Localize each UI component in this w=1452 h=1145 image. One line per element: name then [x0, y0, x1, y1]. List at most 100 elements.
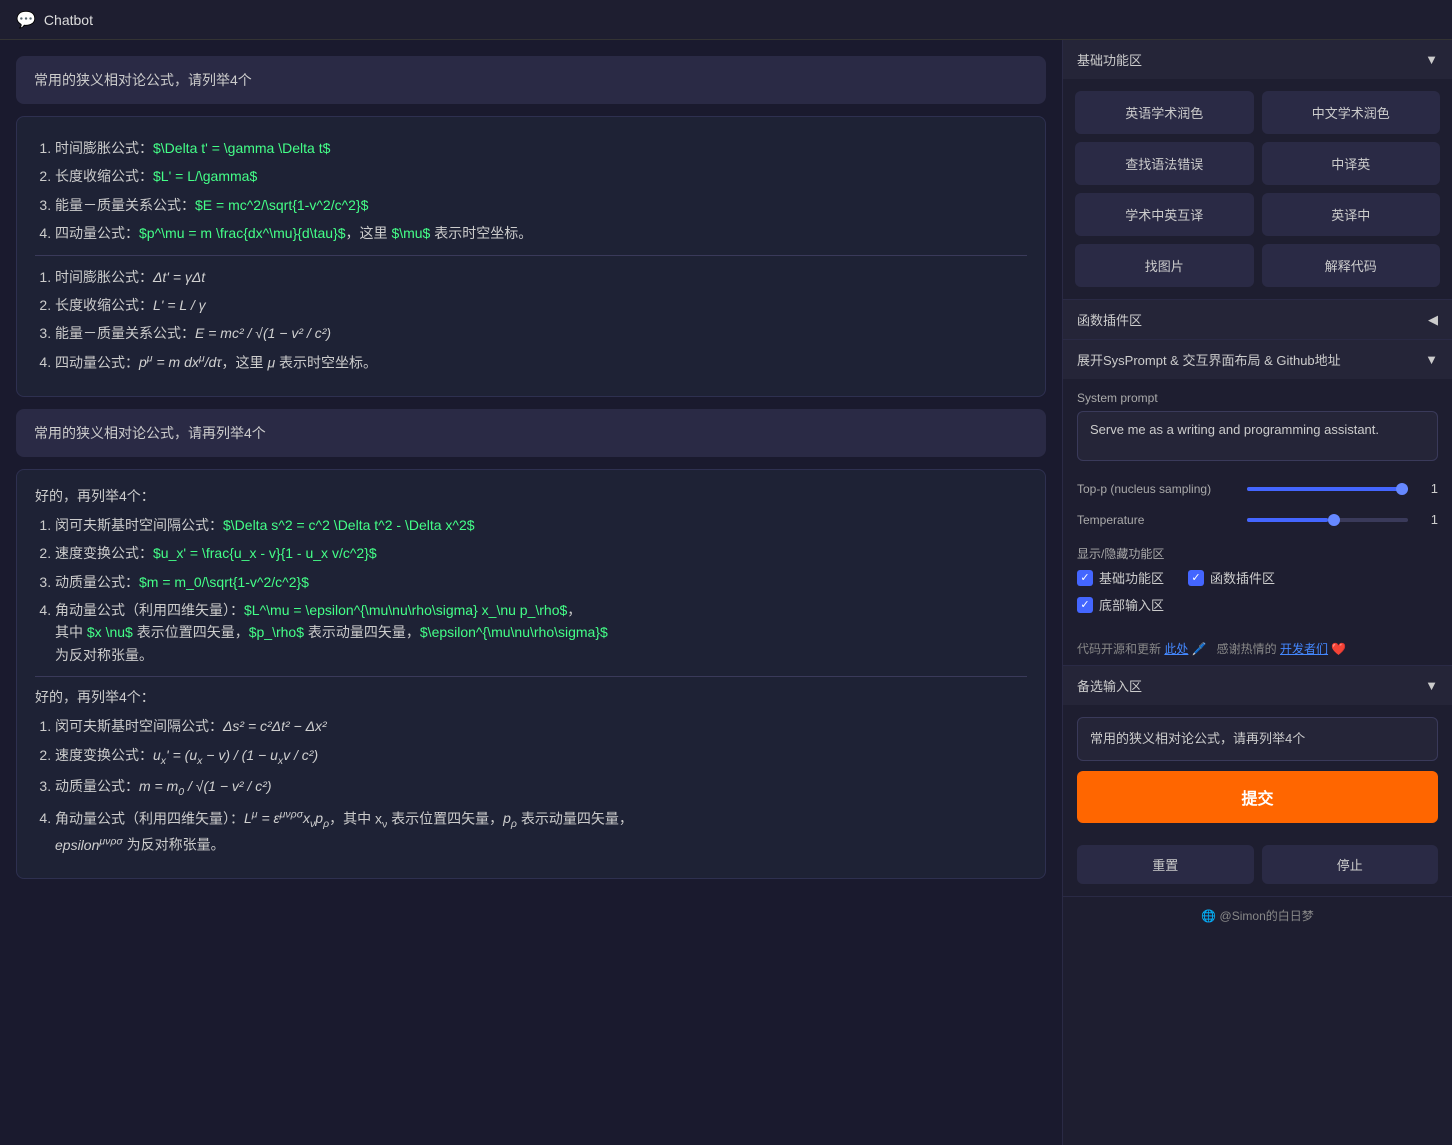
alt-input-section: 备选输入区 ▼ 常用的狭义相对论公式，请再列举4个 提交 重置 停止	[1063, 666, 1452, 897]
sysprompt-title: 展开SysPrompt & 交互界面布局 & Github地址	[1077, 350, 1341, 369]
formula-x-nu: $x \nu$	[87, 624, 133, 640]
top-p-fill	[1247, 487, 1408, 491]
basic-functions-section: 基础功能区 ▼ 英语学术润色 中文学术润色 查找语法错误 中译英 学术中英互译 …	[1063, 40, 1452, 300]
formula-item-2-2: 速度变换公式：$u_x' = \frac{u_x - v}{1 - u_x v/…	[55, 542, 1027, 564]
formula-latex-2-1: $\Delta s^2 = c^2 \Delta t^2 - \Delta x^…	[223, 517, 475, 533]
formula-rendered-list-2: 闵可夫斯基时空间隔公式：Δs² = c²Δt² − Δx² 速度变换公式：ux'…	[55, 715, 1027, 856]
thanks-text: 感谢热情的	[1217, 642, 1277, 656]
temperature-thumb[interactable]	[1328, 514, 1340, 526]
checkbox-bottom[interactable]: ✓	[1077, 597, 1093, 613]
checkboxes-area: 显示/隐藏功能区 ✓ 基础功能区 ✓ 函数插件区 ✓ 底部输入区	[1063, 535, 1452, 632]
temperature-row: Temperature 1	[1063, 504, 1452, 535]
branding-text: @Simon的白日梦	[1220, 909, 1314, 923]
checkbox-basic[interactable]: ✓	[1077, 570, 1093, 586]
formula-item-1-2: 长度收缩公式：$L' = L/\gamma$	[55, 165, 1027, 187]
btn-grammar-check[interactable]: 查找语法错误	[1075, 142, 1254, 185]
bottom-row: 重置 停止	[1063, 835, 1452, 896]
developers-link[interactable]: 开发者们	[1280, 642, 1328, 656]
branding-row: 🌐 @Simon的白日梦	[1063, 897, 1452, 934]
top-p-row: Top-p (nucleus sampling) 1	[1063, 473, 1452, 504]
function-buttons-grid: 英语学术润色 中文学术润色 查找语法错误 中译英 学术中英互译 英译中 找图片 …	[1063, 79, 1452, 299]
chat-area[interactable]: 常用的狭义相对论公式，请列举4个 时间膨胀公式：$\Delta t' = \ga…	[0, 40, 1062, 1145]
top-p-track[interactable]	[1247, 487, 1408, 491]
formula-p-rho: $p_\rho$	[249, 624, 304, 640]
submit-button[interactable]: 提交	[1077, 771, 1438, 823]
checkbox-plugin-label: 函数插件区	[1210, 568, 1275, 587]
formula-item-2-4: 角动量公式（利用四维矢量）：$L^\mu = \epsilon^{\mu\nu\…	[55, 599, 1027, 666]
source-link[interactable]: 此处	[1164, 642, 1188, 656]
system-prompt-area: System prompt Serve me as a writing and …	[1063, 379, 1452, 473]
rendered-2-2: 速度变换公式：ux' = (ux − v) / (1 − uxv / c²)	[55, 744, 1027, 770]
assistant-message-2: 好的，再列举4个： 闵可夫斯基时空间隔公式：$\Delta s^2 = c^2 …	[16, 469, 1046, 879]
formula-mu: $\mu$	[391, 225, 430, 241]
source-row: 代码开源和更新 此处 🖊️ 感谢热情的 开发者们 ❤️	[1063, 632, 1452, 665]
basic-functions-arrow: ▼	[1425, 52, 1438, 67]
formula-item-1-1: 时间膨胀公式：$\Delta t' = \gamma \Delta t$	[55, 137, 1027, 159]
sysprompt-header[interactable]: 展开SysPrompt & 交互界面布局 & Github地址 ▼	[1063, 340, 1452, 379]
btn-find-image[interactable]: 找图片	[1075, 244, 1254, 287]
app-header: 💬 Chatbot	[0, 0, 1452, 40]
user-message-1: 常用的狭义相对论公式，请列举4个	[16, 56, 1046, 104]
intro-text-2: 好的，再列举4个：	[35, 486, 1027, 506]
rendered-1-1: 时间膨胀公式：Δt' = γΔt	[55, 266, 1027, 288]
source-text: 代码开源和更新	[1077, 642, 1161, 656]
checkbox-bottom-item[interactable]: ✓ 底部输入区	[1077, 595, 1164, 614]
top-p-thumb[interactable]	[1396, 483, 1408, 495]
plugin-functions-header[interactable]: 函数插件区 ◀	[1063, 300, 1452, 339]
top-p-value: 1	[1418, 481, 1438, 496]
formula-rendered-list-1: 时间膨胀公式：Δt' = γΔt 长度收缩公式：L' = L / γ 能量－质量…	[55, 266, 1027, 374]
btn-english-polish[interactable]: 英语学术润色	[1075, 91, 1254, 134]
btn-zh-to-en[interactable]: 中译英	[1262, 142, 1441, 185]
btn-chinese-polish[interactable]: 中文学术润色	[1262, 91, 1441, 134]
system-prompt-value[interactable]: Serve me as a writing and programming as…	[1077, 411, 1438, 461]
temperature-value: 1	[1418, 512, 1438, 527]
formula-item-2-1: 闵可夫斯基时空间隔公式：$\Delta s^2 = c^2 \Delta t^2…	[55, 514, 1027, 536]
formula-latex-2: $L' = L/\gamma$	[153, 168, 257, 184]
divider-1	[35, 255, 1027, 256]
sidebar: 基础功能区 ▼ 英语学术润色 中文学术润色 查找语法错误 中译英 学术中英互译 …	[1062, 40, 1452, 1145]
alt-input-title: 备选输入区	[1077, 676, 1142, 695]
formula-list-2: 闵可夫斯基时空间隔公式：$\Delta s^2 = c^2 \Delta t^2…	[55, 514, 1027, 666]
checkbox-basic-item[interactable]: ✓ 基础功能区	[1077, 568, 1164, 587]
alt-input-box[interactable]: 常用的狭义相对论公式，请再列举4个	[1077, 717, 1438, 761]
formula-latex-2-2: $u_x' = \frac{u_x - v}{1 - u_x v/c^2}$	[153, 545, 377, 561]
temperature-fill	[1247, 518, 1328, 522]
basic-functions-title: 基础功能区	[1077, 50, 1142, 69]
weibo-icon: 🌐	[1201, 909, 1216, 923]
btn-academic-translate[interactable]: 学术中英互译	[1075, 193, 1254, 236]
checkbox-plugin[interactable]: ✓	[1188, 570, 1204, 586]
alt-input-header[interactable]: 备选输入区 ▼	[1063, 666, 1452, 705]
formula-item-1-3: 能量－质量关系公式：$E = mc^2/\sqrt{1-v^2/c^2}$	[55, 194, 1027, 216]
rendered-2-3: 动质量公式：m = m0 / √(1 − v² / c²)	[55, 775, 1027, 801]
temperature-label: Temperature	[1077, 513, 1237, 527]
formula-item-1-4: 四动量公式：$p^\mu = m \frac{dx^\mu}{d\tau}$，这…	[55, 222, 1027, 244]
assistant-message-1: 时间膨胀公式：$\Delta t' = \gamma \Delta t$ 长度收…	[16, 116, 1046, 397]
display-label: 显示/隐藏功能区	[1077, 545, 1438, 562]
checkbox-plugin-item[interactable]: ✓ 函数插件区	[1188, 568, 1275, 587]
plugin-functions-title: 函数插件区	[1077, 310, 1142, 329]
rendered-2-4: 角动量公式（利用四维矢量）：Lμ = εμνρσxνpρ，其中 xν 表示位置四…	[55, 807, 1027, 856]
basic-functions-header[interactable]: 基础功能区 ▼	[1063, 40, 1452, 79]
main-layout: 常用的狭义相对论公式，请列举4个 时间膨胀公式：$\Delta t' = \ga…	[0, 40, 1452, 1145]
btn-en-to-zh[interactable]: 英译中	[1262, 193, 1441, 236]
reset-button[interactable]: 重置	[1077, 845, 1254, 884]
plugin-functions-arrow: ◀	[1428, 312, 1438, 328]
sysprompt-arrow: ▼	[1425, 352, 1438, 367]
rendered-2-1: 闵可夫斯基时空间隔公式：Δs² = c²Δt² − Δx²	[55, 715, 1027, 737]
formula-latex-4: $p^\mu = m \frac{dx^\mu}{d\tau}$	[139, 225, 346, 241]
formula-epsilon: $\epsilon^{\mu\nu\rho\sigma}$	[420, 624, 608, 640]
temperature-track[interactable]	[1247, 518, 1408, 522]
rendered-1-4: 四动量公式：pμ = m dxμ/dτ，这里 μ 表示时空坐标。	[55, 351, 1027, 374]
app-title: Chatbot	[44, 12, 93, 28]
top-p-label: Top-p (nucleus sampling)	[1077, 482, 1237, 496]
plugin-functions-section: 函数插件区 ◀	[1063, 300, 1452, 340]
checkbox-row-1: ✓ 基础功能区 ✓ 函数插件区	[1077, 568, 1438, 587]
rendered-1-2: 长度收缩公式：L' = L / γ	[55, 294, 1027, 316]
formula-list-1: 时间膨胀公式：$\Delta t' = \gamma \Delta t$ 长度收…	[55, 137, 1027, 245]
stop-button[interactable]: 停止	[1262, 845, 1439, 884]
user-message-2: 常用的狭义相对论公式，请再列举4个	[16, 409, 1046, 457]
alt-input-arrow: ▼	[1425, 678, 1438, 693]
btn-explain-code[interactable]: 解释代码	[1262, 244, 1441, 287]
chatbot-icon: 💬	[16, 10, 36, 30]
checkbox-bottom-label: 底部输入区	[1099, 595, 1164, 614]
